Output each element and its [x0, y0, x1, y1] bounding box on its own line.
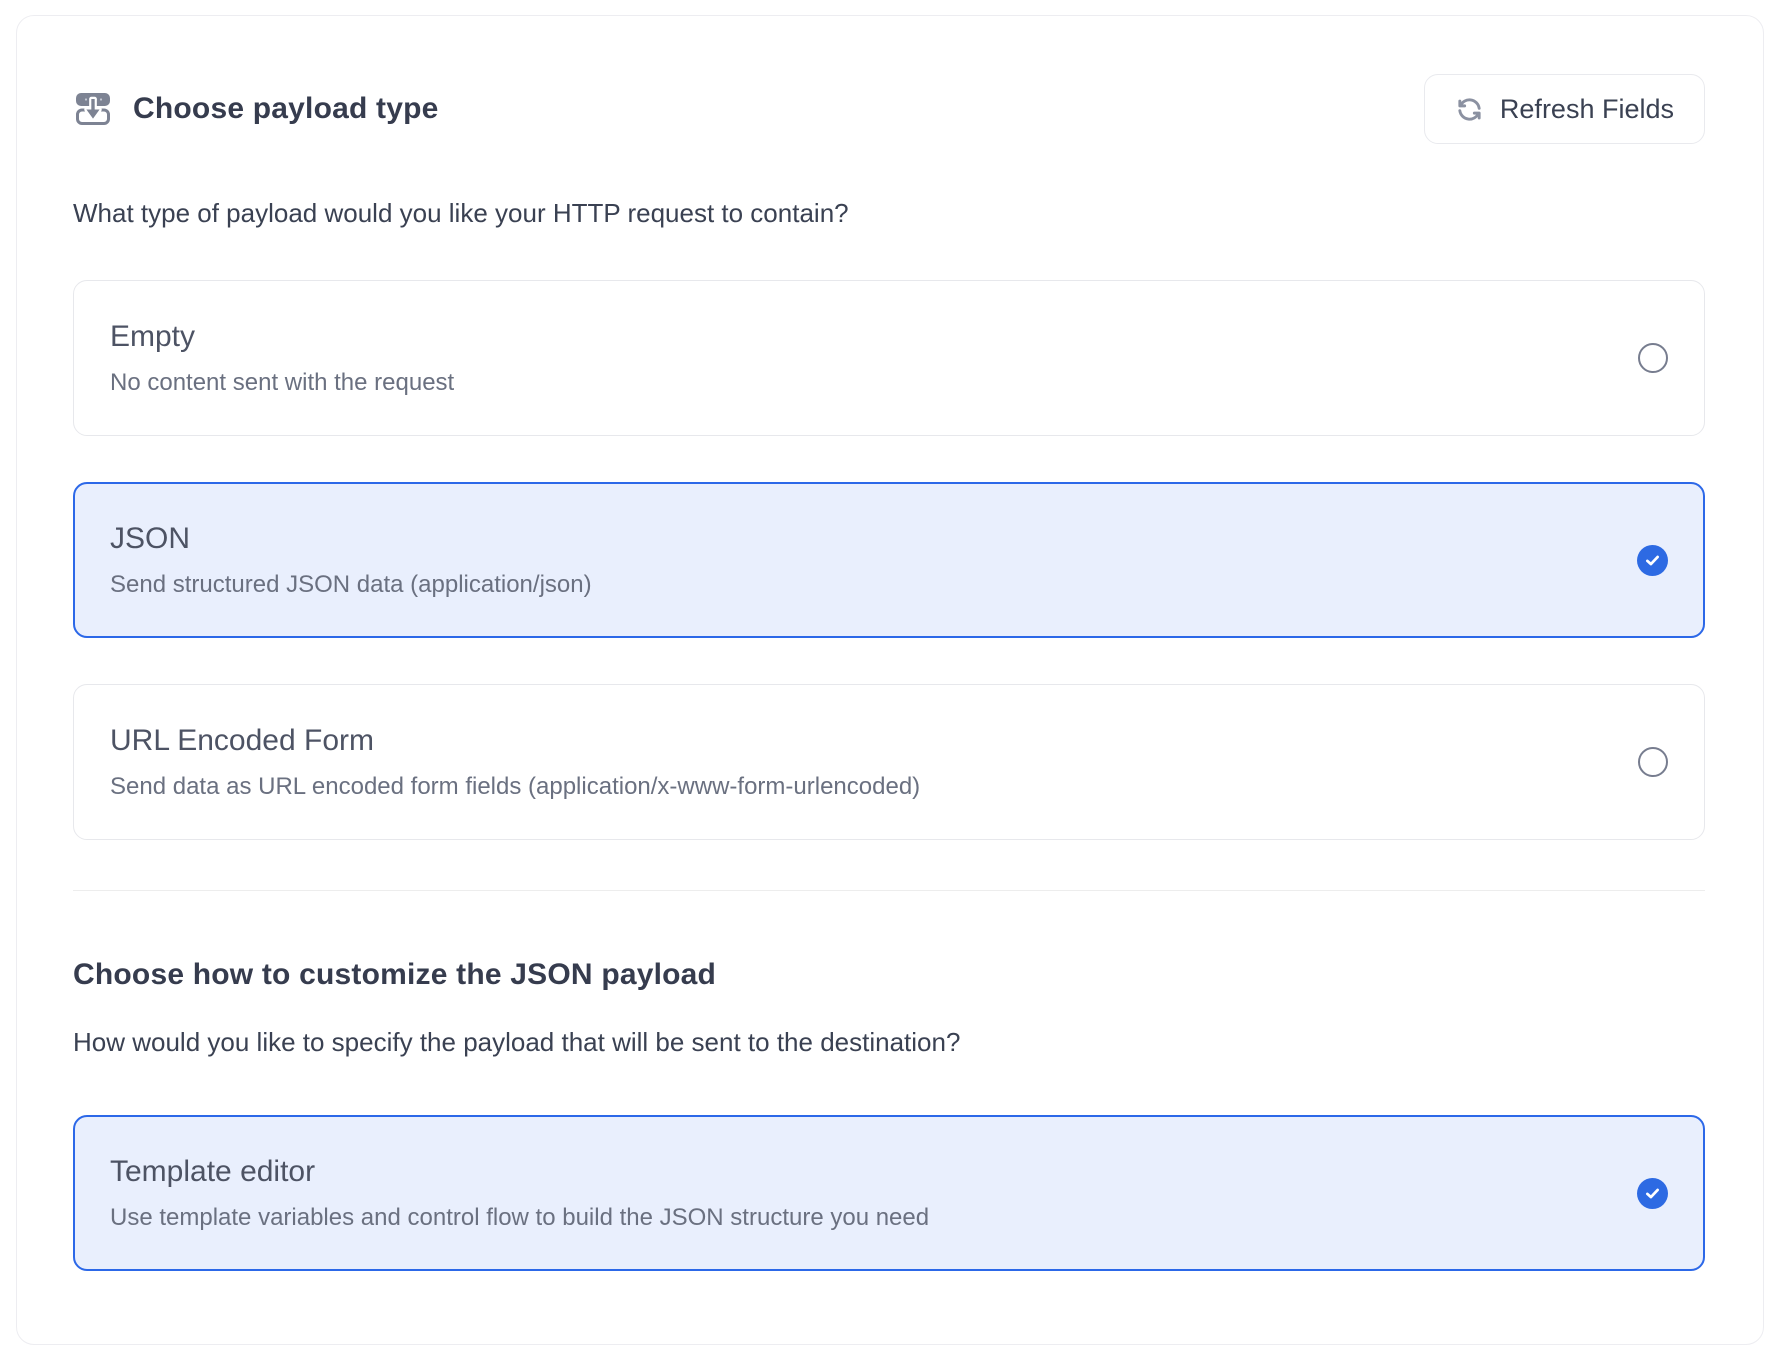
- check-circle-icon[interactable]: [1637, 545, 1668, 576]
- option-title: URL Encoded Form: [110, 721, 920, 761]
- payload-option-empty[interactable]: Empty No content sent with the request: [73, 280, 1705, 436]
- payload-type-question: What type of payload would you like your…: [73, 196, 1705, 230]
- option-text: URL Encoded Form Send data as URL encode…: [110, 721, 920, 803]
- option-title: JSON: [110, 519, 592, 559]
- refresh-icon: [1455, 95, 1484, 124]
- payload-settings-card: Choose payload type Refresh Fields What …: [16, 15, 1764, 1345]
- option-title: Empty: [110, 317, 454, 357]
- customize-section-heading: Choose how to customize the JSON payload: [73, 955, 1705, 995]
- section-divider: [73, 890, 1705, 891]
- payload-option-json[interactable]: JSON Send structured JSON data (applicat…: [73, 482, 1705, 638]
- payload-option-url-encoded-form[interactable]: URL Encoded Form Send data as URL encode…: [73, 684, 1705, 840]
- option-title: Template editor: [110, 1152, 929, 1192]
- page-title: Choose payload type: [133, 89, 439, 129]
- option-text: Empty No content sent with the request: [110, 317, 454, 399]
- option-text: JSON Send structured JSON data (applicat…: [110, 519, 592, 601]
- payload-tray-icon: [73, 91, 113, 127]
- header: Choose payload type Refresh Fields: [73, 74, 1705, 144]
- option-description: Use template variables and control flow …: [110, 1202, 929, 1234]
- radio-circle-icon[interactable]: [1638, 343, 1668, 373]
- payload-type-options: Empty No content sent with the request J…: [73, 280, 1705, 840]
- header-title-group: Choose payload type: [73, 89, 439, 129]
- option-description: Send data as URL encoded form fields (ap…: [110, 771, 920, 803]
- check-circle-icon[interactable]: [1637, 1178, 1668, 1209]
- refresh-button-label: Refresh Fields: [1500, 94, 1674, 125]
- customize-option-template-editor[interactable]: Template editor Use template variables a…: [73, 1115, 1705, 1271]
- refresh-fields-button[interactable]: Refresh Fields: [1424, 74, 1705, 144]
- customize-options: Template editor Use template variables a…: [73, 1115, 1705, 1271]
- radio-circle-icon[interactable]: [1638, 747, 1668, 777]
- option-text: Template editor Use template variables a…: [110, 1152, 929, 1234]
- customize-question: How would you like to specify the payloa…: [73, 1025, 1705, 1059]
- option-description: Send structured JSON data (application/j…: [110, 569, 592, 601]
- option-description: No content sent with the request: [110, 367, 454, 399]
